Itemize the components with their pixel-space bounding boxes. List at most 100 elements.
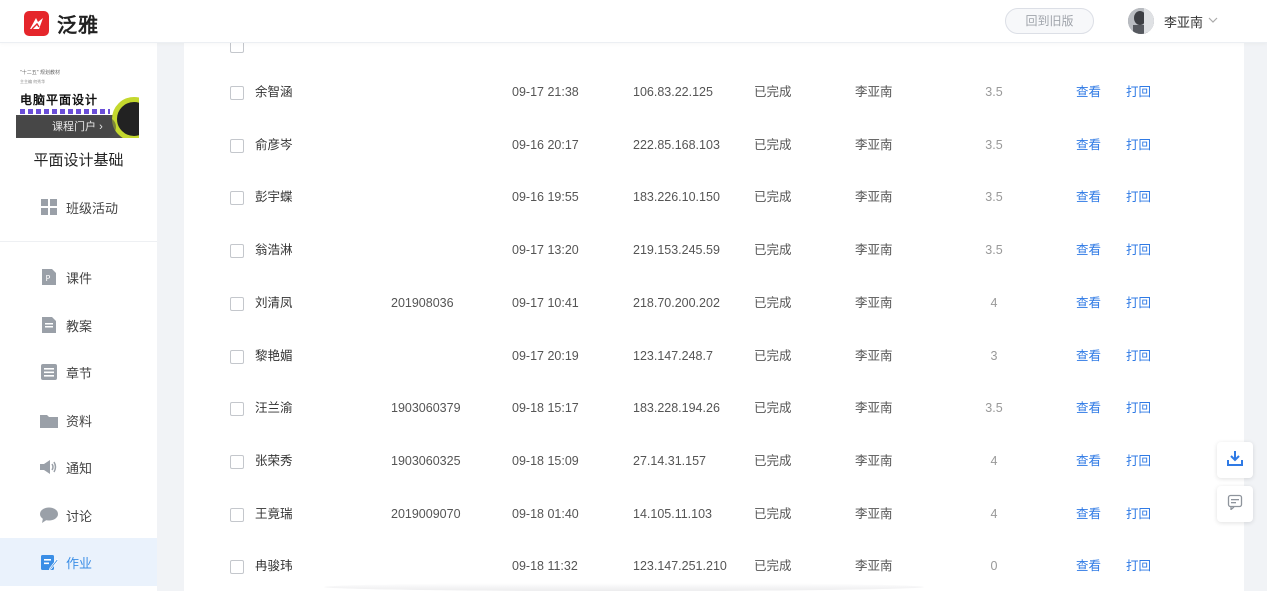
row-checkbox[interactable]: [230, 86, 244, 100]
ppt-icon: P: [40, 268, 58, 286]
row-checkbox[interactable]: [230, 454, 244, 469]
score-value: 4: [990, 506, 998, 521]
return-link[interactable]: 打回: [1126, 171, 1151, 224]
view-link[interactable]: 查看: [1076, 224, 1101, 277]
user-menu[interactable]: 李亚南: [1128, 8, 1218, 34]
score-value: 3.5: [985, 243, 1003, 258]
return-link[interactable]: 打回: [1126, 330, 1151, 383]
submit-time: 09-16 20:17: [512, 137, 579, 152]
view-link[interactable]: 查看: [1076, 488, 1101, 541]
student-name: 张荣秀: [255, 453, 293, 468]
sidebar-item-label: 章节: [66, 365, 93, 381]
sidebar-item-courseware[interactable]: P 课件: [0, 253, 157, 301]
sidebar-item-label: 教案: [66, 318, 93, 334]
submit-time: 09-17 20:19: [512, 348, 579, 363]
return-link[interactable]: 打回: [1126, 540, 1151, 591]
chat-icon: [40, 506, 58, 524]
return-link[interactable]: 打回: [1126, 488, 1151, 541]
logo[interactable]: 泛雅: [24, 9, 99, 38]
status-text: 已完成: [754, 506, 792, 521]
submit-time: 09-17 21:38: [512, 85, 579, 99]
view-link[interactable]: 查看: [1076, 66, 1101, 119]
student-name: 黎艳媚: [255, 348, 293, 363]
return-link[interactable]: 打回: [1126, 382, 1151, 435]
view-link[interactable]: 查看: [1076, 382, 1101, 435]
score-value: 3.5: [985, 190, 1003, 205]
download-icon: [1227, 450, 1243, 471]
course-portal-button[interactable]: 课程门户 ›: [16, 117, 116, 137]
cover-title: 电脑平面设计: [20, 93, 99, 107]
return-link[interactable]: 打回: [1126, 119, 1151, 172]
view-link[interactable]: 查看: [1076, 171, 1101, 224]
ip-address: 27.14.31.157: [633, 453, 706, 468]
student-id: 201908036: [391, 295, 454, 310]
sidebar-item-label: 资料: [66, 413, 93, 429]
ip-address: 14.105.11.103: [633, 506, 713, 521]
course-name: 平面设计基础: [33, 152, 124, 169]
ip-address: 218.70.200.202: [633, 295, 720, 310]
cover-tag: "十二五" 规划教材: [20, 70, 60, 76]
lesson-plan-icon: [40, 316, 58, 334]
submit-time: 09-18 15:17: [512, 401, 579, 416]
row-checkbox[interactable]: [230, 138, 244, 153]
table-row: 彭宇蝶 09-16 19:55 183.226.10.150 已完成 李亚南 3.5 查看打…: [184, 171, 1244, 224]
row-checkbox[interactable]: [230, 560, 244, 575]
chevron-down-icon: [1208, 12, 1218, 30]
row-checkbox[interactable]: [230, 43, 244, 53]
return-link[interactable]: 打回: [1126, 224, 1151, 277]
sidebar-item-class-activity[interactable]: 班级活动: [0, 183, 157, 231]
logo-text: 泛雅: [57, 15, 99, 37]
sidebar-item-label: 课件: [66, 270, 93, 286]
grader-name: 李亚南: [855, 559, 893, 574]
grid-icon: [40, 198, 58, 216]
student-id: 1903060379: [391, 401, 461, 416]
status-text: 已完成: [754, 401, 792, 416]
score-value: 3.5: [985, 137, 1003, 152]
student-id: 2019009070: [391, 506, 461, 521]
sidebar-item-notices[interactable]: 通知: [0, 443, 157, 491]
sidebar-item-homework[interactable]: 作业: [0, 538, 157, 586]
row-checkbox[interactable]: [230, 191, 244, 206]
view-link[interactable]: 查看: [1076, 435, 1101, 488]
row-checkbox[interactable]: [230, 349, 244, 364]
top-bar: 泛雅 回到旧版 李亚南: [0, 0, 1267, 43]
score-value: 3.5: [985, 85, 1003, 99]
download-button[interactable]: [1217, 442, 1253, 478]
divider: [0, 241, 157, 242]
score-value: 0: [990, 559, 998, 574]
status-text: 已完成: [754, 348, 792, 363]
return-link[interactable]: 打回: [1126, 66, 1151, 119]
status-text: 已完成: [754, 295, 792, 310]
ip-address: 123.147.248.7: [633, 348, 713, 363]
back-to-old-version-button[interactable]: 回到旧版: [1005, 8, 1094, 34]
sidebar: "十二五" 规划教材 主主编 何秀华 电脑平面设计 课程门户 › 平面设计基础 …: [0, 43, 157, 591]
sidebar-item-materials[interactable]: 资料: [0, 396, 157, 444]
sidebar-item-lesson-plan[interactable]: 教案: [0, 301, 157, 349]
score-value: 4: [990, 295, 998, 310]
return-link[interactable]: 打回: [1126, 277, 1151, 330]
submission-table: 余智涵 09-17 21:38 106.83.22.125 已完成 李亚南 3.5 查看 打回…: [184, 43, 1244, 591]
user-name: 李亚南: [1164, 14, 1204, 30]
sidebar-item-discussion[interactable]: 讨论: [0, 491, 157, 539]
table-row: 余智涵 09-17 21:38 106.83.22.125 已完成 李亚南 3.5 查看 打回: [184, 66, 1244, 119]
scroll-fade: [324, 583, 924, 591]
row-checkbox[interactable]: [230, 402, 244, 417]
svg-text:P: P: [46, 274, 51, 283]
table-row: 王竟瑞 2019009070 09-18 01:40 14.105.11.103 已完成…: [184, 488, 1244, 541]
view-link[interactable]: 查看: [1076, 119, 1101, 172]
feedback-button[interactable]: [1217, 486, 1253, 522]
row-checkbox[interactable]: [230, 296, 244, 311]
chevron-right-icon: ›: [99, 121, 103, 133]
sidebar-item-label: 作业: [66, 555, 93, 571]
return-link[interactable]: 打回: [1126, 435, 1151, 488]
row-checkbox[interactable]: [230, 244, 244, 259]
view-link[interactable]: 查看: [1076, 540, 1101, 591]
course-portal-label: 课程门户: [52, 121, 96, 133]
student-name: 刘清凤: [255, 295, 293, 310]
view-link[interactable]: 查看: [1076, 330, 1101, 383]
row-checkbox[interactable]: [230, 507, 244, 522]
table-row: 汪兰渝 1903060379 09-18 15:17 183.228.194.26 已完…: [184, 382, 1244, 435]
view-link[interactable]: 查看: [1076, 277, 1101, 330]
sidebar-item-chapters[interactable]: 章节: [0, 348, 157, 396]
submit-time: 09-18 01:40: [512, 506, 579, 521]
